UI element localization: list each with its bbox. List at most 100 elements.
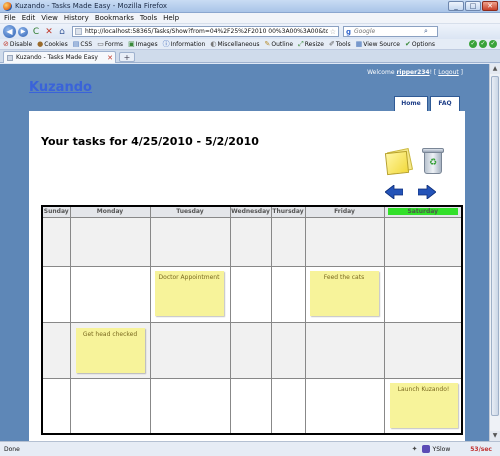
calendar-cell[interactable] xyxy=(229,321,272,379)
new-tab-button[interactable]: + xyxy=(119,52,135,62)
devbar-css[interactable]: ▤ CSS xyxy=(73,40,92,48)
devbar-images[interactable]: ▣ Images xyxy=(128,40,158,48)
calendar-cell[interactable]: Get head checked xyxy=(69,321,151,379)
menu-tools[interactable]: Tools xyxy=(140,14,157,22)
task-note-launch-kuzando[interactable]: Launch Kuzando! xyxy=(389,382,458,428)
calendar-cell[interactable] xyxy=(229,265,272,323)
calendar-cell[interactable] xyxy=(270,321,306,379)
calendar-cell[interactable] xyxy=(149,377,231,435)
recycle-bin-icon[interactable]: ♻ xyxy=(421,148,445,175)
previous-week-arrow-icon[interactable] xyxy=(385,185,403,199)
devbar-information[interactable]: ⓘ Information xyxy=(163,40,206,48)
calendar-cell[interactable] xyxy=(69,377,151,435)
window-controls: _ □ ✕ xyxy=(448,1,498,11)
tab-close-icon[interactable]: ✕ xyxy=(107,54,113,62)
status-text: Done xyxy=(4,445,20,453)
devbar-miscellaneous[interactable]: ◐ Miscellaneous xyxy=(210,40,259,48)
check-icon[interactable]: ✓ xyxy=(489,40,497,48)
calendar-cell[interactable] xyxy=(304,321,385,379)
calendar-cell[interactable] xyxy=(41,321,71,379)
calendar-cell[interactable] xyxy=(383,265,463,323)
tab-label: Kuzando - Tasks Made Easy xyxy=(16,54,98,61)
scroll-up-icon[interactable]: ▲ xyxy=(490,64,500,74)
devbar-resize[interactable]: ⤢ Resize xyxy=(298,40,324,48)
calendar-cell[interactable] xyxy=(41,377,71,435)
check-icon[interactable]: ✓ xyxy=(479,40,487,48)
calendar-cell[interactable]: Doctor Appointment xyxy=(149,265,231,323)
devbar-disable[interactable]: ⊘ Disable xyxy=(3,40,32,48)
calendar-cell[interactable] xyxy=(229,216,272,267)
forward-button[interactable]: ▶ xyxy=(18,26,28,37)
menu-bar: File Edit View History Bookmarks Tools H… xyxy=(0,13,500,24)
vertical-scrollbar[interactable]: ▲ ▼ xyxy=(489,64,500,441)
search-bar[interactable]: g ⌕ xyxy=(343,26,438,37)
menu-edit[interactable]: Edit xyxy=(22,14,36,22)
devbar-options[interactable]: ✔ Options xyxy=(405,40,435,48)
username-link[interactable]: ripper234 xyxy=(396,69,429,76)
menu-bookmarks[interactable]: Bookmarks xyxy=(95,14,134,22)
address-bar[interactable]: http://localhost:58365/Tasks/Show?from=0… xyxy=(72,26,339,37)
maximize-button[interactable]: □ xyxy=(465,1,481,11)
check-icon[interactable]: ✓ xyxy=(469,40,477,48)
devbar-tools[interactable]: ✐ Tools xyxy=(329,40,351,48)
menu-history[interactable]: History xyxy=(64,14,89,22)
next-week-arrow-icon[interactable] xyxy=(418,185,436,199)
calendar-row: Get head checked xyxy=(41,321,463,379)
task-note-get-head-checked[interactable]: Get head checked xyxy=(75,327,145,373)
search-icon[interactable]: ⌕ xyxy=(424,27,428,36)
scroll-down-icon[interactable]: ▼ xyxy=(490,431,500,441)
task-note-feed-the-cats[interactable]: Feed the cats xyxy=(309,270,379,316)
nav-home-tab[interactable]: Home xyxy=(394,96,428,111)
calendar-cell[interactable] xyxy=(270,216,306,267)
day-header-monday: Monday xyxy=(69,205,151,218)
url-text[interactable]: http://localhost:58365/Tasks/Show?from=0… xyxy=(85,28,328,35)
day-header-sunday: Sunday xyxy=(41,205,71,218)
day-header-saturday: Saturday xyxy=(383,205,463,218)
day-header-friday: Friday xyxy=(304,205,385,218)
search-input[interactable] xyxy=(354,28,425,35)
task-note-doctor-appointment[interactable]: Doctor Appointment xyxy=(154,270,224,316)
devbar-view-source[interactable]: ▦ View Source xyxy=(355,39,400,48)
calendar-cell[interactable] xyxy=(383,321,463,379)
devbar-forms[interactable]: ▭ Forms xyxy=(97,40,123,48)
devbar-outline[interactable]: ✎ Outline xyxy=(264,39,294,48)
calendar-cell[interactable] xyxy=(41,265,71,323)
nav-faq-tab[interactable]: FAQ xyxy=(430,96,460,111)
new-task-sticky-note-icon[interactable] xyxy=(384,147,414,176)
calendar-cell[interactable] xyxy=(41,216,71,267)
logout-link[interactable]: Logout xyxy=(438,69,459,76)
yslow-button[interactable]: YSlow xyxy=(421,445,451,453)
calendar-cell[interactable] xyxy=(69,265,151,323)
scroll-thumb[interactable] xyxy=(491,76,499,416)
calendar-cell[interactable] xyxy=(304,216,385,267)
outline-icon: ✎ xyxy=(264,39,271,48)
reload-icon[interactable]: C xyxy=(30,26,42,38)
menu-view[interactable]: View xyxy=(41,14,58,22)
calendar-cell[interactable] xyxy=(383,216,463,267)
view-source-icon: ▦ xyxy=(355,39,363,48)
minimize-button[interactable]: _ xyxy=(448,1,464,11)
search-engine-icon[interactable]: g xyxy=(346,28,351,36)
close-window-button[interactable]: ✕ xyxy=(482,1,498,11)
calendar-cell[interactable]: Feed the cats xyxy=(304,265,385,323)
calendar-cell[interactable] xyxy=(149,321,231,379)
browser-tab-active[interactable]: Kuzando - Tasks Made Easy ✕ xyxy=(3,51,116,63)
menu-file[interactable]: File xyxy=(4,14,16,22)
devbar-cookies[interactable]: ● Cookies xyxy=(37,40,68,48)
back-button[interactable]: ◀ xyxy=(3,25,16,38)
calendar-cell[interactable] xyxy=(270,265,306,323)
site-logo-link[interactable]: Kuzando xyxy=(29,80,92,95)
calendar-row: Launch Kuzando! xyxy=(41,377,463,435)
menu-help[interactable]: Help xyxy=(163,14,179,22)
home-icon[interactable]: ⌂ xyxy=(56,26,68,38)
calendar-cell[interactable] xyxy=(69,216,151,267)
yslow-label: YSlow xyxy=(432,445,451,453)
calendar-cell[interactable] xyxy=(270,377,306,435)
bookmark-star-icon[interactable]: ☆ xyxy=(330,28,336,36)
stop-icon[interactable]: ✕ xyxy=(43,26,55,38)
addon-icon[interactable]: ✦ xyxy=(412,445,418,453)
calendar-cell[interactable]: Launch Kuzando! xyxy=(383,377,463,435)
calendar-cell[interactable] xyxy=(229,377,272,435)
calendar-cell[interactable] xyxy=(149,216,231,267)
calendar-cell[interactable] xyxy=(304,377,385,435)
